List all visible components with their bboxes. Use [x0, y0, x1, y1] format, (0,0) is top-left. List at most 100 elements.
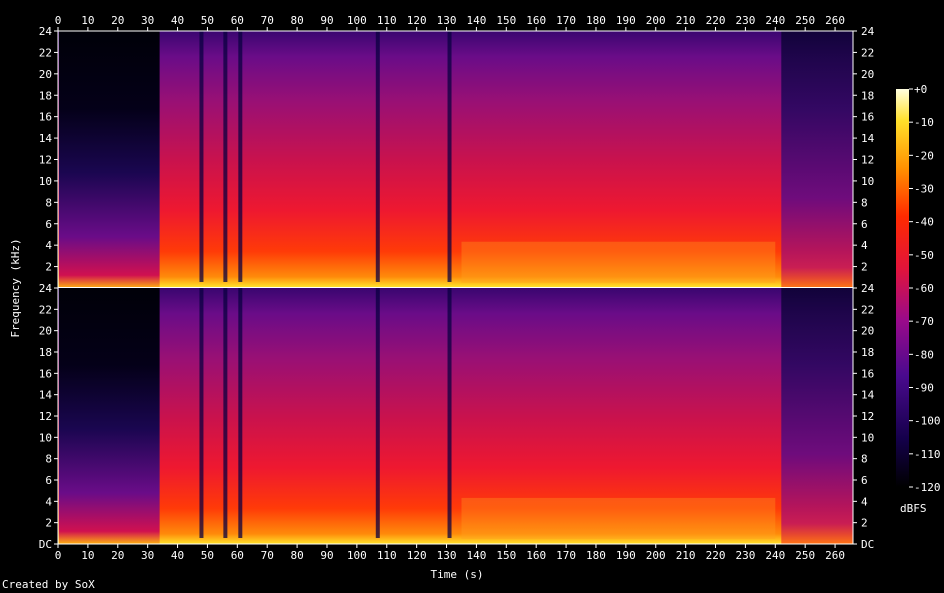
y-tick-label-right: 10: [861, 175, 874, 188]
x-tick-label-bottom: 90: [320, 549, 333, 562]
x-tick-label-top: 210: [676, 14, 696, 27]
y-tick-label-left: 2: [45, 261, 52, 274]
fade-out-region-ch1: [781, 31, 853, 288]
y-tick-label-right: 2: [861, 261, 868, 274]
colorbar-tick-label: -100: [914, 415, 941, 428]
y-tick-label-right: 12: [861, 154, 874, 167]
x-tick-label-bottom: 210: [676, 549, 696, 562]
y-tick-label-right: 6: [861, 474, 868, 487]
x-tick-label-top: 90: [320, 14, 333, 27]
x-tick-label-bottom: 10: [81, 549, 94, 562]
y-tick-label-right: 10: [861, 431, 874, 444]
y-tick-label-right: 16: [861, 367, 874, 380]
x-tick-label-top: 200: [646, 14, 666, 27]
dip-band-ch1: [447, 31, 452, 282]
x-tick-label-bottom: 230: [735, 549, 755, 562]
y-tick-label-left: 12: [39, 410, 52, 423]
y-tick-label-right: 20: [861, 68, 874, 81]
y-tick-label-right: 12: [861, 410, 874, 423]
y-axis-label: Frequency (kHz): [9, 238, 22, 337]
colorbar-gradient: [896, 89, 909, 487]
spectrogram-figure: 0 10 20 30 40 50 60 70 80 90 100 110 120 130 140 150 160…: [9, 14, 941, 581]
x-tick-label-bottom: 260: [825, 549, 845, 562]
x-tick-label-top: 140: [466, 14, 486, 27]
credit-text: Created by SoX: [2, 578, 95, 591]
dip-band-ch1: [199, 31, 204, 282]
x-tick-label-bottom: 140: [466, 549, 486, 562]
dip-band-ch1: [375, 31, 380, 282]
x-tick-label-bottom: 40: [171, 549, 184, 562]
y-tick-label-right: 4: [861, 495, 868, 508]
dip-band-ch2: [447, 288, 452, 538]
y-tick-label-left: 14: [39, 389, 53, 402]
y-tick-label-left: 16: [39, 111, 52, 124]
y-tick-label-right: 22: [861, 46, 874, 59]
y-tick-label-right: 18: [861, 89, 874, 102]
colorbar-tick-label: -40: [914, 216, 934, 229]
x-axis-label: Time (s): [431, 568, 484, 581]
y-tick-label-right: 14: [861, 389, 875, 402]
y-tick-label-right: DC: [861, 538, 874, 551]
dip-band-ch2: [223, 288, 228, 538]
y-tick-label-right: 6: [861, 218, 868, 231]
x-ticks-top: 0 10 20 30 40 50 60 70 80 90 100 110 120 130 140 150 160…: [55, 14, 845, 31]
y-tick-label-left: 2: [45, 517, 52, 530]
y-tick-label-left: 10: [39, 431, 52, 444]
x-tick-label-top: 0: [55, 14, 62, 27]
y-tick-label-left: 24: [39, 282, 53, 295]
y-tick-label-left: 22: [39, 46, 52, 59]
x-tick-label-top: 240: [765, 14, 785, 27]
colorbar-tick-label: -80: [914, 348, 934, 361]
x-tick-label-top: 40: [171, 14, 184, 27]
x-tick-label-top: 150: [496, 14, 516, 27]
y-tick-label-left: 12: [39, 154, 52, 167]
y-tick-label-right: 2: [861, 517, 868, 530]
x-tick-label-bottom: 110: [377, 549, 397, 562]
colorbar-tick-label: -10: [914, 116, 934, 129]
y-tick-label-left: 18: [39, 346, 52, 359]
y-tick-label-right: 20: [861, 325, 874, 338]
y-tick-label-left: 6: [45, 474, 52, 487]
y-tick-label-right: 8: [861, 453, 868, 466]
colorbar-tick-label: +0: [914, 83, 927, 96]
x-ticks-bottom: 0 10 20 30 40 50 60 70 80 90 100 110 120 130 140 150 160…: [55, 544, 845, 562]
x-tick-label-top: 230: [735, 14, 755, 27]
y-tick-label-left: 14: [39, 132, 53, 145]
x-tick-label-bottom: 130: [437, 549, 457, 562]
x-tick-label-bottom: 20: [111, 549, 124, 562]
dense-low-band-ch2: [461, 497, 776, 539]
y-tick-label-left: DC: [39, 538, 52, 551]
x-tick-label-bottom: 200: [646, 549, 666, 562]
y-tick-label-left: 8: [45, 453, 52, 466]
fade-out-region-ch2: [781, 288, 853, 544]
x-tick-label-top: 110: [377, 14, 397, 27]
y-tick-label-left: 8: [45, 196, 52, 209]
x-tick-label-top: 250: [795, 14, 815, 27]
colorbar-tick-label: -110: [914, 448, 941, 461]
x-tick-label-top: 80: [290, 14, 303, 27]
x-tick-label-bottom: 190: [616, 549, 636, 562]
y-tick-label-left: 6: [45, 218, 52, 231]
colorbar-tick-label: -20: [914, 149, 934, 162]
y-tick-label-right: 4: [861, 239, 868, 252]
y-tick-label-left: 24: [39, 25, 53, 38]
colorbar-tick-label: -30: [914, 183, 934, 196]
x-tick-label-bottom: 120: [407, 549, 427, 562]
y-tick-label-left: 4: [45, 495, 52, 508]
x-tick-label-bottom: 50: [201, 549, 214, 562]
x-tick-label-top: 100: [347, 14, 367, 27]
x-tick-label-top: 10: [81, 14, 94, 27]
x-tick-label-bottom: 240: [765, 549, 785, 562]
x-tick-label-top: 120: [407, 14, 427, 27]
x-tick-label-bottom: 160: [526, 549, 546, 562]
dip-band-ch2: [375, 288, 380, 538]
x-tick-label-top: 70: [261, 14, 274, 27]
y-tick-label-left: 16: [39, 367, 52, 380]
y-tick-label-right: 24: [861, 25, 875, 38]
y-tick-label-left: 18: [39, 89, 52, 102]
x-tick-label-bottom: 80: [290, 549, 303, 562]
y-tick-label-left: 20: [39, 325, 52, 338]
x-tick-label-top: 160: [526, 14, 546, 27]
x-tick-label-bottom: 150: [496, 549, 516, 562]
x-tick-label-bottom: 100: [347, 549, 367, 562]
